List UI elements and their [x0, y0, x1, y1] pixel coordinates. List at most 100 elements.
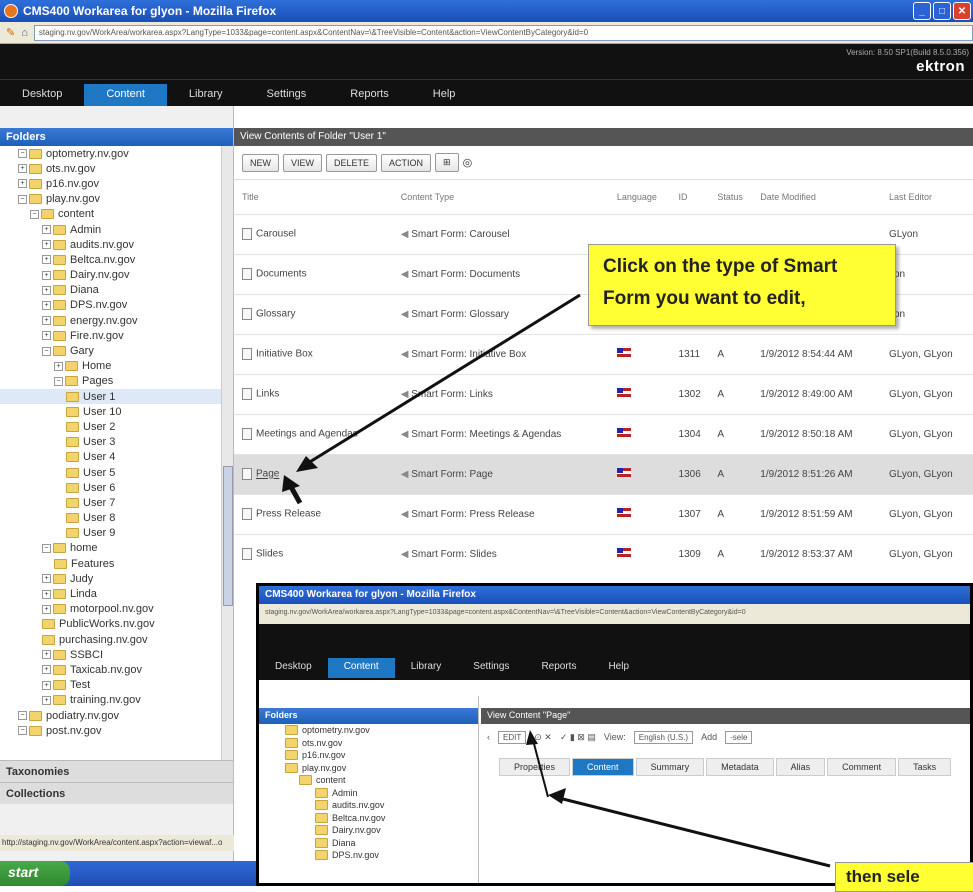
tab-alias[interactable]: Alias	[775, 758, 826, 776]
view-select[interactable]: English (U.S.)	[633, 730, 694, 744]
content-title-link[interactable]: Slides	[256, 549, 283, 560]
expand-icon[interactable]: +	[42, 225, 51, 235]
tree-item[interactable]: − content	[0, 207, 233, 222]
inset-tree-item[interactable]: audits.nv.gov	[259, 799, 478, 812]
tree-item[interactable]: − play.nv.gov	[0, 192, 233, 207]
expand-icon[interactable]: +	[18, 164, 27, 174]
content-title-link[interactable]: Glossary	[256, 309, 295, 320]
expand-icon[interactable]: −	[42, 346, 51, 356]
url-input[interactable]: staging.nv.gov/WorkArea/workarea.aspx?La…	[33, 24, 973, 41]
nav-item-help[interactable]: Help	[411, 84, 478, 106]
expand-icon[interactable]: +	[18, 179, 27, 189]
tree-item[interactable]: + p16.nv.gov	[0, 176, 233, 191]
content-title-link[interactable]: Meetings and Agendas	[256, 429, 358, 440]
tab-comment[interactable]: Comment	[827, 758, 897, 776]
action-button[interactable]: ACTION	[381, 153, 432, 172]
expand-icon[interactable]: +	[54, 361, 63, 371]
menu-arrow-icon[interactable]: ◀	[401, 229, 411, 240]
minimize-button[interactable]: _	[913, 2, 931, 20]
tree-item[interactable]: User 9	[0, 526, 233, 541]
edit-button[interactable]: EDIT	[498, 730, 527, 744]
content-title-link[interactable]: Page	[256, 469, 279, 480]
content-title-link[interactable]: Documents	[256, 269, 307, 280]
table-row[interactable]: Initiative Box ◀ Smart Form: Initiative B…	[234, 333, 973, 374]
tree-item[interactable]: User 2	[0, 419, 233, 434]
tree-item[interactable]: User 6	[0, 480, 233, 495]
inset-tree-item[interactable]: Diana	[259, 837, 478, 850]
inset-nav-item[interactable]: Content	[327, 658, 395, 678]
tree-item[interactable]: − post.nv.gov	[0, 723, 233, 738]
collections-panel[interactable]: Collections	[0, 782, 233, 804]
table-row[interactable]: Press Release ◀ Smart Form: Press Release…	[234, 493, 973, 534]
expand-icon[interactable]: +	[42, 665, 51, 675]
expand-icon[interactable]: +	[42, 300, 51, 310]
inset-tree-item[interactable]: Dairy.nv.gov	[259, 824, 478, 837]
delete-button[interactable]: DELETE	[326, 153, 378, 172]
tree-item[interactable]: User 4	[0, 450, 233, 465]
tree-item[interactable]: User 8	[0, 511, 233, 526]
tree-item[interactable]: − home	[0, 541, 233, 556]
tree-item[interactable]: + DPS.nv.gov	[0, 298, 233, 313]
tree-item[interactable]: purchasing.nv.gov	[0, 632, 233, 647]
inset-tree-item[interactable]: ots.nv.gov	[259, 737, 478, 750]
tree-item[interactable]: + audits.nv.gov	[0, 237, 233, 252]
tree-item[interactable]: + Diana	[0, 283, 233, 298]
tree-item[interactable]: User 1	[0, 389, 233, 405]
title-cell[interactable]: Documents	[234, 253, 393, 294]
inset-tree-item[interactable]: p16.nv.gov	[259, 749, 478, 762]
tree-item[interactable]: + Fire.nv.gov	[0, 328, 233, 343]
tree-item[interactable]: User 10	[0, 404, 233, 419]
expand-icon[interactable]: +	[42, 650, 51, 660]
expand-icon[interactable]: +	[42, 680, 51, 690]
tree-item[interactable]: + Test	[0, 678, 233, 693]
nav-item-reports[interactable]: Reports	[328, 84, 411, 106]
expand-icon[interactable]: −	[18, 149, 27, 159]
inset-tree-item[interactable]: play.nv.gov	[259, 762, 478, 775]
inset-tree-item[interactable]: Admin	[259, 787, 478, 800]
expand-icon[interactable]: −	[18, 194, 27, 204]
tree-item[interactable]: Features	[0, 556, 233, 571]
content-title-link[interactable]: Initiative Box	[256, 349, 313, 360]
expand-icon[interactable]: +	[42, 240, 51, 250]
tree-item[interactable]: − Gary	[0, 343, 233, 358]
expand-icon[interactable]: −	[54, 376, 63, 386]
expand-icon[interactable]: −	[42, 543, 51, 553]
expand-icon[interactable]: +	[42, 604, 51, 614]
expand-icon[interactable]: +	[42, 255, 51, 265]
tree-item[interactable]: + Home	[0, 359, 233, 374]
inset-tree-item[interactable]: DPS.nv.gov	[259, 849, 478, 862]
title-cell[interactable]: Initiative Box	[234, 333, 393, 374]
tool-icons[interactable]: ✓ ▮ ⊠ ▤	[560, 732, 596, 743]
inset-nav-item[interactable]: Help	[592, 658, 645, 678]
menu-arrow-icon[interactable]: ◀	[401, 269, 411, 280]
tree-item[interactable]: + training.nv.gov	[0, 693, 233, 708]
nav-item-content[interactable]: Content	[84, 84, 167, 106]
back-icon[interactable]: ‹	[487, 732, 490, 742]
title-cell[interactable]: Press Release	[234, 493, 393, 534]
tab-content[interactable]: Content	[572, 758, 634, 776]
table-row[interactable]: Slides ◀ Smart Form: Slides 1309 A 1/9/2012 …	[234, 533, 973, 574]
tree-item[interactable]: + Linda	[0, 586, 233, 601]
taxonomies-panel[interactable]: Taxonomies	[0, 760, 233, 782]
tree-item[interactable]: − optometry.nv.gov	[0, 146, 233, 161]
title-cell[interactable]: Glossary	[234, 293, 393, 334]
tree-item[interactable]: User 3	[0, 435, 233, 450]
add-select[interactable]: -sele	[725, 730, 753, 744]
bookmark-icon[interactable]: ✎	[6, 26, 15, 39]
tree-item[interactable]: PublicWorks.nv.gov	[0, 617, 233, 632]
menu-arrow-icon[interactable]: ◀	[401, 309, 411, 320]
tree-item[interactable]: + Beltca.nv.gov	[0, 252, 233, 267]
expand-icon[interactable]: −	[18, 711, 27, 721]
menu-arrow-icon[interactable]: ◀	[401, 469, 411, 480]
tree-item[interactable]: + SSBCI	[0, 647, 233, 662]
title-cell[interactable]: Carousel	[234, 213, 393, 254]
inset-nav-item[interactable]: Reports	[525, 658, 592, 678]
content-title-link[interactable]: Press Release	[256, 509, 321, 520]
inset-tree-item[interactable]: Beltca.nv.gov	[259, 812, 478, 825]
expand-icon[interactable]: −	[30, 209, 39, 219]
add-icon[interactable]: ⊞	[435, 153, 459, 172]
maximize-button[interactable]: □	[933, 2, 951, 20]
inset-nav-item[interactable]: Settings	[457, 658, 525, 678]
view-button[interactable]: VIEW	[283, 153, 323, 172]
tree-item[interactable]: + Taxicab.nv.gov	[0, 662, 233, 677]
